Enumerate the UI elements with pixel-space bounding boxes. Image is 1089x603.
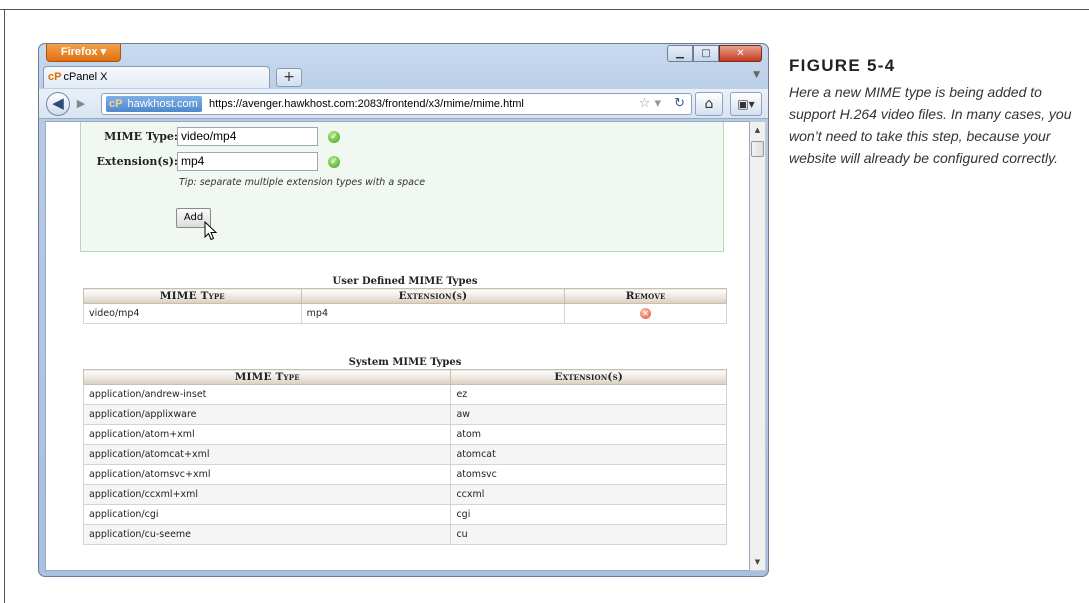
- browser-window: Firefox ▾ ▁ □ ✕ cP cPanel X + ▼ ◀ ▶ cP ha…: [38, 43, 769, 577]
- tab-list-chevron-down-icon[interactable]: ▼: [753, 70, 760, 80]
- navigation-bar: ◀ ▶ cP hawkhost.com https://avenger.hawk…: [39, 89, 768, 119]
- forward-arrow-icon[interactable]: ▶: [71, 96, 91, 112]
- table-row: application/ccxml+xml ccxml: [82, 484, 727, 505]
- back-forward-group: ◀ ▶: [46, 92, 96, 116]
- extension-cell: cu: [450, 524, 727, 545]
- mime-cell: application/cgi: [82, 504, 452, 525]
- mime-cell: application/cu-seeme: [82, 524, 452, 545]
- mime-cell: application/andrew-inset: [82, 384, 452, 405]
- remove-icon[interactable]: ✕: [640, 308, 652, 319]
- tab-bar: cP cPanel X + ▼: [39, 65, 768, 88]
- extension-cell: cgi: [450, 504, 727, 525]
- extension-input[interactable]: mp4: [177, 152, 318, 171]
- figure-caption: Here a new MIME type is being added to s…: [789, 84, 1072, 166]
- tab-title: cPanel X: [63, 71, 108, 83]
- extension-label: Extension(s):: [96, 155, 178, 168]
- mime-cell: application/ccxml+xml: [82, 484, 452, 505]
- extension-cell: mp4: [300, 303, 566, 324]
- scroll-thumb[interactable]: [751, 141, 764, 157]
- back-arrow-icon[interactable]: ◀: [46, 92, 70, 116]
- mime-type-valid-check-icon: ✓: [328, 131, 340, 143]
- system-mime-table: MIME Type Extension(s) application/andre…: [82, 369, 727, 545]
- cpanel-logo-icon: cP: [48, 71, 62, 83]
- bookmarks-menu-icon[interactable]: ▣▾: [730, 92, 762, 116]
- cpanel-logo-icon: cP: [109, 98, 123, 110]
- extension-cell: aw: [450, 404, 727, 425]
- mouse-pointer-icon: [204, 221, 218, 241]
- table-row: application/atom+xml atom: [82, 424, 727, 445]
- site-identity-label: hawkhost.com: [127, 98, 198, 110]
- remove-cell: ✕: [564, 303, 727, 324]
- minimize-button[interactable]: ▁: [667, 45, 693, 62]
- extension-cell: atom: [450, 424, 727, 445]
- figure-title: FIGURE 5-4: [789, 56, 896, 75]
- scroll-down-arrow-icon[interactable]: ▼: [750, 554, 765, 570]
- table-row: application/atomcat+xml atomcat: [82, 444, 727, 465]
- mime-cell: application/applixware: [82, 404, 452, 425]
- mime-type-label: MIME Type:: [104, 130, 178, 143]
- mime-type-input[interactable]: video/mp4: [177, 127, 318, 146]
- extension-cell: ccxml: [450, 484, 727, 505]
- mime-cell: video/mp4: [83, 303, 302, 324]
- site-identity-button[interactable]: cP hawkhost.com: [106, 96, 202, 112]
- table-row: video/mp4 mp4 ✕: [83, 303, 727, 324]
- extension-cell: ez: [450, 384, 727, 405]
- column-header-mime-type: MIME Type: [83, 288, 302, 304]
- firefox-menu-button[interactable]: Firefox ▾: [46, 44, 121, 62]
- home-icon[interactable]: ⌂: [695, 92, 723, 116]
- page-content: MIME Type: video/mp4 ✓ Extension(s): mp4…: [45, 121, 750, 571]
- table-row: application/cgi cgi: [82, 504, 727, 525]
- page-frame-top-rule: [0, 9, 1089, 10]
- column-header-remove: Remove: [564, 288, 727, 304]
- column-header-extensions: Extension(s): [300, 288, 566, 304]
- extension-tip: Tip: separate multiple extension types w…: [179, 177, 426, 188]
- table-row: application/cu-seeme cu: [82, 524, 727, 545]
- table-row: application/applixware aw: [82, 404, 727, 425]
- extension-cell: atomcat: [450, 444, 727, 465]
- mime-cell: application/atomcat+xml: [82, 444, 452, 465]
- scroll-up-arrow-icon[interactable]: ▲: [750, 122, 765, 138]
- column-header-extensions: Extension(s): [450, 369, 727, 385]
- tab-cpanel[interactable]: cP cPanel X: [43, 66, 270, 88]
- system-table-title: System MIME Types: [348, 357, 462, 368]
- user-defined-mime-table: MIME Type Extension(s) Remove video/mp4 …: [83, 288, 727, 324]
- table-row: application/atomsvc+xml atomsvc: [82, 464, 727, 485]
- mime-cell: application/atomsvc+xml: [82, 464, 452, 485]
- page-frame-left-rule: [4, 9, 5, 603]
- vertical-scrollbar[interactable]: ▲ ▼: [750, 121, 766, 571]
- extension-valid-check-icon: ✓: [328, 156, 340, 168]
- reload-icon[interactable]: ↻: [674, 95, 685, 113]
- table-row: application/andrew-inset ez: [82, 384, 727, 405]
- mime-cell: application/atom+xml: [82, 424, 452, 445]
- close-button[interactable]: ✕: [719, 45, 762, 62]
- address-bar[interactable]: cP hawkhost.com https://avenger.hawkhost…: [101, 93, 692, 115]
- extension-cell: atomsvc: [450, 464, 727, 485]
- new-tab-button[interactable]: +: [276, 68, 302, 87]
- window-controls: ▁ □ ✕: [667, 45, 762, 62]
- bookmark-star-icon[interactable]: ☆ ▾: [639, 96, 661, 112]
- title-bar: Firefox ▾ ▁ □ ✕: [39, 44, 768, 64]
- url-text[interactable]: https://avenger.hawkhost.com:2083/fronte…: [209, 94, 524, 114]
- user-defined-table-title: User Defined MIME Types: [332, 276, 478, 287]
- column-header-mime-type: MIME Type: [82, 369, 452, 385]
- maximize-button[interactable]: □: [693, 45, 719, 62]
